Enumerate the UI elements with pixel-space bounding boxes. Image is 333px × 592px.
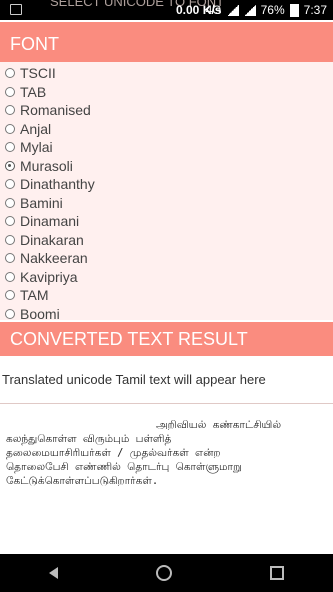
font-option-anjal[interactable]: Anjal — [5, 120, 51, 138]
radio-button[interactable] — [5, 197, 15, 208]
font-option-label: Romanised — [20, 102, 91, 118]
radio-button[interactable] — [5, 234, 15, 245]
output-line: தொலைபேசி எண்ணில் தொடர்பு கொள்ளுமாறு — [6, 461, 242, 473]
font-option-label: Murasoli — [20, 157, 73, 174]
recent-apps-icon[interactable] — [270, 566, 284, 580]
converted-text-output[interactable]: அறிவியல் கண்காட்சியில் கலந்துகொள்ள விரும்… — [0, 403, 333, 553]
radio-button[interactable] — [5, 142, 15, 152]
radio-button[interactable] — [5, 290, 15, 300]
radio-button[interactable] — [5, 253, 15, 263]
font-option-romanised[interactable]: Romanised — [5, 101, 91, 119]
output-line: கலந்துகொள்ள விரும்பும் பள்ளித் — [6, 433, 172, 445]
font-option-dinathanthy[interactable]: Dinathanthy — [5, 175, 95, 193]
home-icon[interactable] — [156, 565, 172, 581]
radio-button[interactable] — [5, 68, 15, 78]
font-option-label: TAM — [20, 287, 49, 303]
radio-button[interactable] — [5, 179, 15, 189]
radio-button[interactable] — [5, 216, 15, 226]
font-option-label: Kavipriya — [20, 268, 78, 285]
font-section-header: FONT — [0, 22, 333, 66]
output-line: தலைமையாசிரியர்கள் / முதல்வர்கள் என்ற — [6, 447, 221, 459]
font-option-label: Dinakaran — [20, 231, 84, 248]
font-option-label: Boomi — [20, 305, 60, 322]
font-option-label: Dinamani — [20, 213, 80, 229]
font-radio-group: TSCII TAB Romanised Anjal Mylai Murasoli Dinat… — [0, 62, 333, 323]
radio-button[interactable] — [5, 271, 15, 282]
battery-icon — [289, 3, 299, 17]
font-option-label: Dinathanthy — [20, 176, 95, 192]
signal-icon-2 — [243, 4, 256, 16]
image-notification-icon — [10, 4, 22, 15]
font-option-bamini[interactable]: Bamini — [5, 194, 63, 212]
network-type: 4G — [205, 3, 222, 17]
font-option-label: Bamini — [20, 194, 63, 211]
output-line: அறிவியல் கண்காட்சியில் — [156, 419, 282, 431]
back-icon[interactable] — [49, 567, 58, 579]
font-option-nakkeeran[interactable]: Nakkeeran — [5, 249, 88, 267]
output-line: கேட்டுக்கொள்ளப்படுகிறார்கள். — [6, 475, 159, 487]
font-option-dinakaran[interactable]: Dinakaran — [5, 231, 84, 249]
font-option-label: TSCII — [20, 65, 56, 81]
font-option-boomi[interactable]: Boomi — [5, 305, 60, 323]
radio-button[interactable] — [5, 123, 15, 134]
font-option-tscii[interactable]: TSCII — [5, 64, 56, 82]
radio-button[interactable] — [5, 86, 15, 97]
clock: 7:37 — [303, 3, 327, 17]
status-bar: SELECT UNICODE TO FONT 0.00 K/s 4G 76% 7… — [0, 0, 333, 20]
navigation-bar — [0, 554, 333, 592]
radio-button[interactable] — [5, 308, 15, 319]
radio-button[interactable] — [5, 160, 15, 171]
result-hint-text: Translated unicode Tamil text will appea… — [2, 372, 266, 387]
font-option-tam[interactable]: TAM — [5, 286, 49, 304]
result-section-header: CONVERTED TEXT RESULT — [0, 322, 333, 356]
status-icons: 4G 76% 7:37 — [206, 3, 327, 17]
font-option-murasoli[interactable]: Murasoli — [5, 157, 73, 175]
font-option-kavipriya[interactable]: Kavipriya — [5, 268, 78, 286]
font-option-label: TAB — [20, 83, 47, 100]
font-option-dinamani[interactable]: Dinamani — [5, 212, 79, 230]
font-option-tab[interactable]: TAB — [5, 83, 46, 101]
battery-percent: 76% — [260, 3, 285, 17]
signal-icon — [226, 4, 239, 16]
font-option-label: Mylai — [20, 139, 53, 155]
font-option-mylai[interactable]: Mylai — [5, 138, 53, 156]
radio-button[interactable] — [5, 105, 15, 115]
font-option-label: Anjal — [20, 120, 52, 137]
font-option-label: Nakkeeran — [20, 250, 88, 266]
